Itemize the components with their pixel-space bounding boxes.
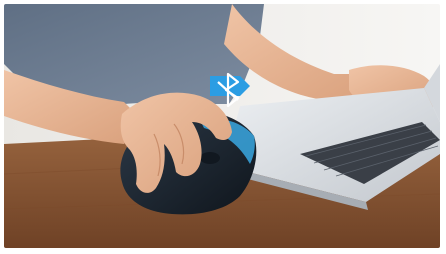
photo-scene — [4, 4, 440, 248]
mouse-scroll-wheel — [200, 152, 220, 164]
product-photo — [4, 4, 440, 248]
